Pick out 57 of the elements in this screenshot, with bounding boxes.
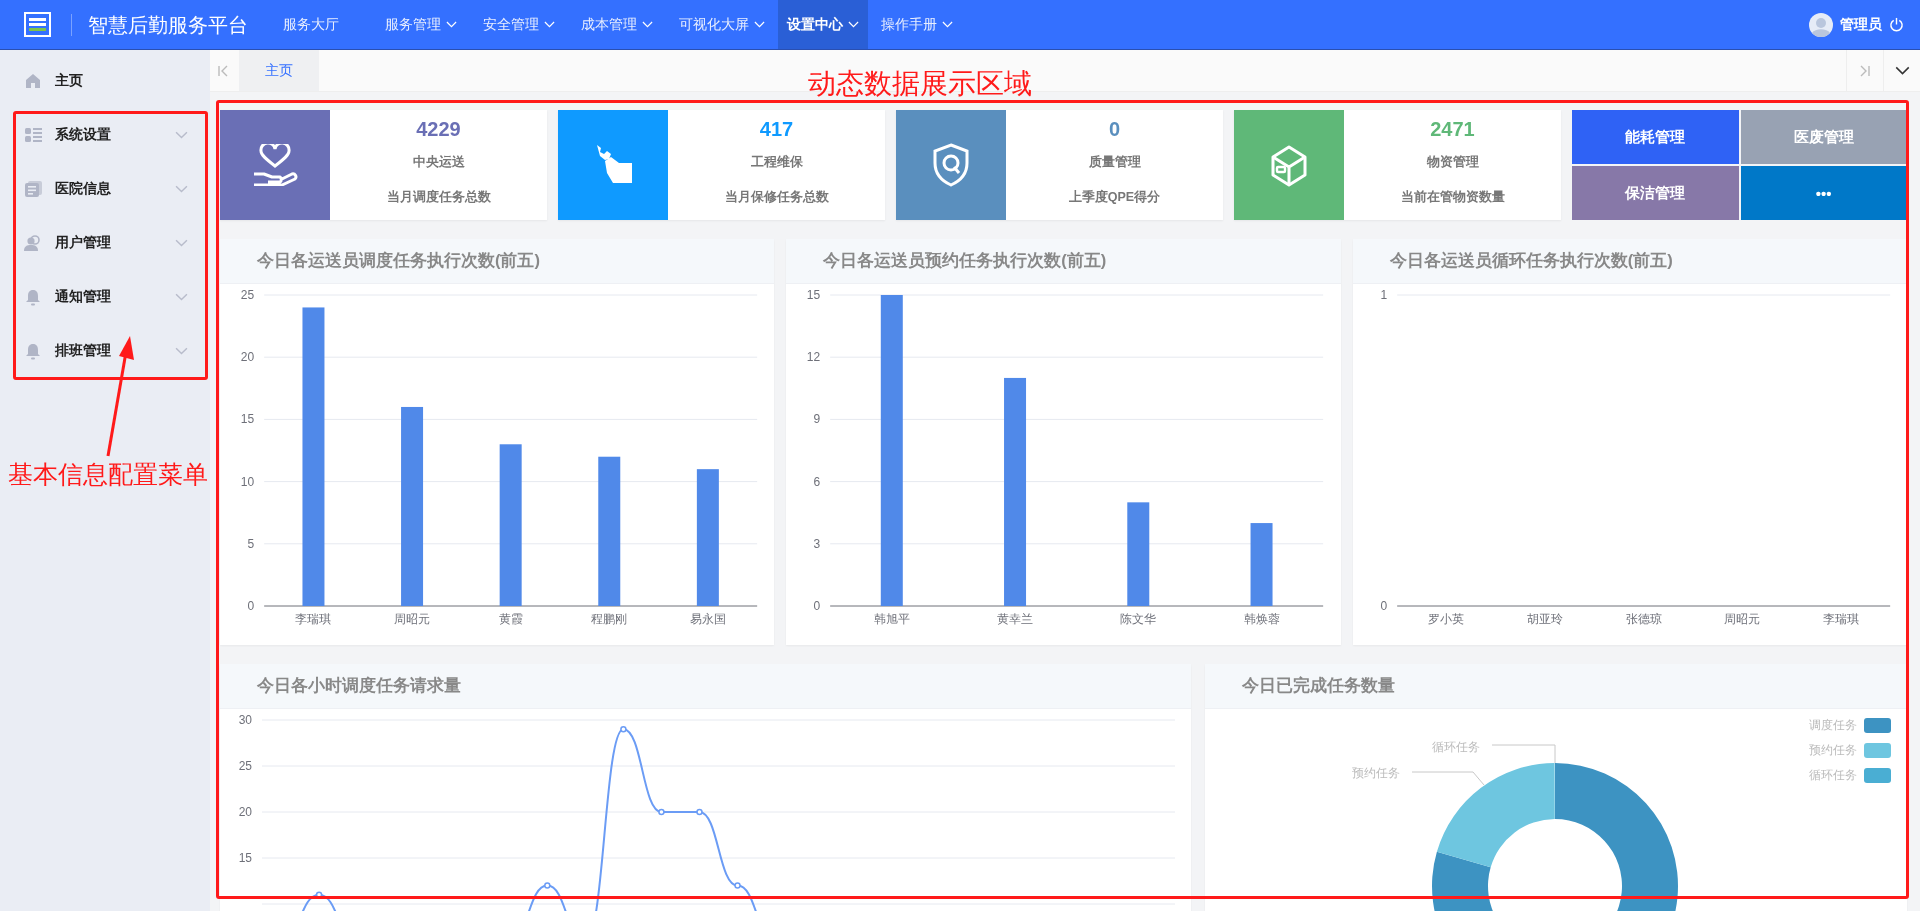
stat-title: 工程维保	[750, 154, 803, 171]
axis-category-label: 周昭元	[394, 612, 431, 626]
axis-tick-label: 0	[1380, 599, 1387, 613]
axis-tick-label: 30	[238, 713, 252, 727]
slice-label: 循环任务	[1432, 740, 1480, 754]
stat-title: 物资管理	[1426, 154, 1479, 171]
axis-category-label: 李瑞琪	[295, 612, 332, 626]
axis-category-label: 黄霞	[498, 612, 523, 626]
stat-subtitle: 当月保修任务总数	[724, 189, 829, 206]
panel-title: 今日已完成任务数量	[1242, 675, 1395, 696]
axis-category-label: 韩焕蓉	[1243, 612, 1280, 626]
panel-title: 今日各运送员预约任务执行次数(前五)	[823, 250, 1107, 271]
axis-category-label: 胡亚玲	[1526, 612, 1563, 626]
panel-title: 今日各小时调度任务请求量	[257, 675, 461, 696]
axis-tick-label: 15	[240, 412, 255, 427]
axis-tick-label: 25	[240, 288, 255, 302]
axis-tick-label: 5	[247, 536, 255, 551]
axis-tick-label: 15	[807, 288, 821, 302]
axis-category-label: 黄幸兰	[997, 612, 1034, 626]
axis-tick-label: 20	[238, 805, 252, 819]
stat-subtitle: 上季度QPE得分	[1068, 189, 1161, 206]
axis-tick-label: 10	[240, 474, 255, 489]
annotation-label: 基本信息配置菜单	[8, 462, 208, 487]
stat-title: 中央运送	[412, 154, 465, 171]
axis-category-label: 罗小英	[1428, 612, 1465, 626]
axis-tick-label: 20	[240, 350, 255, 365]
panel-title: 今日各运送员调度任务执行次数(前五)	[257, 250, 540, 271]
axis-tick-label: 12	[807, 350, 821, 365]
axis-tick-label: 0	[247, 599, 255, 613]
stat-value: 2471	[1430, 118, 1475, 141]
axis-category-label: 程鹏刚	[591, 612, 628, 626]
axis-category-label: 周昭元	[1723, 612, 1760, 626]
panel-title: 今日各运送员循环任务执行次数(前五)	[1389, 250, 1673, 271]
axis-tick-label: 9	[813, 412, 821, 427]
stat-subtitle: 当前在管物资数量	[1400, 189, 1505, 206]
axis-tick-label: 15	[238, 851, 252, 865]
axis-tick-label: 0	[813, 599, 821, 613]
axis-tick-label: 3	[813, 536, 821, 551]
stat-value: 4229	[416, 118, 461, 141]
axis-category-label: 韩旭平	[874, 612, 911, 626]
legend-label: 循环任务	[1809, 767, 1857, 784]
axis-category-label: 李瑞琪	[1822, 612, 1859, 626]
stat-title: 质量管理	[1088, 154, 1141, 171]
axis-tick-label: 6	[813, 474, 821, 489]
slice-label: 预约任务	[1352, 766, 1400, 780]
axis-category-label: 易永国	[689, 612, 726, 626]
axis-category-label: 张德琼	[1625, 612, 1662, 626]
app-title: 智慧后勤服务平台	[88, 13, 248, 38]
legend-label: 调度任务	[1809, 717, 1857, 734]
stat-value: 0	[1108, 118, 1121, 141]
axis-category-label: 陈文华	[1120, 612, 1157, 626]
axis-tick-label: 25	[238, 759, 252, 773]
annotation-label: 动态数据展示区域	[808, 70, 1032, 98]
stat-value: 417	[759, 118, 794, 141]
stat-subtitle: 当月调度任务总数	[386, 189, 491, 206]
axis-tick-label: 1	[1380, 288, 1387, 302]
legend-label: 预约任务	[1809, 742, 1857, 759]
